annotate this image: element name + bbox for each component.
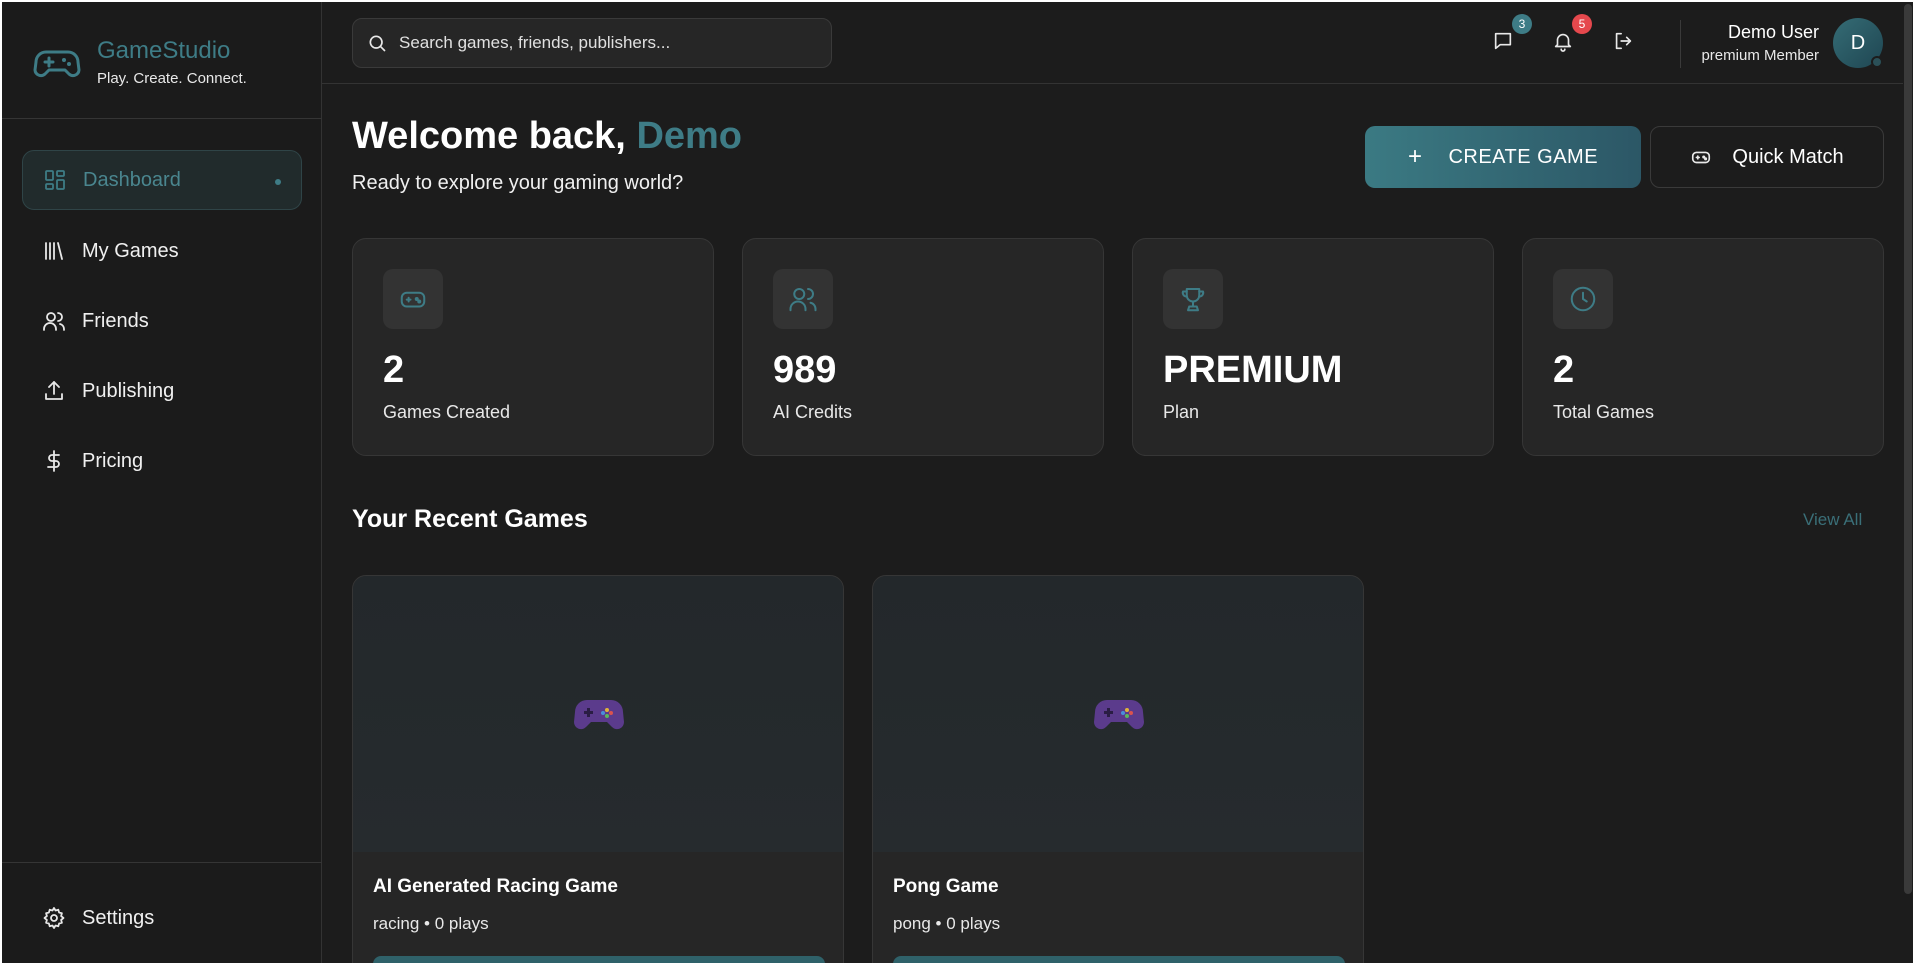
user-name: Demo User <box>1727 22 1819 42</box>
game-card[interactable]: AI Generated Racing Game racing • 0 play… <box>352 575 844 963</box>
trophy-icon <box>1163 269 1223 329</box>
game-thumbnail <box>353 576 843 852</box>
notifications-badge: 5 <box>1572 14 1592 34</box>
sidebar-item-label: My Games <box>82 239 179 262</box>
logout-icon <box>1615 32 1632 50</box>
sidebar-item-publishing[interactable]: Publishing <box>22 361 302 421</box>
online-status-dot <box>1871 56 1883 68</box>
app-window: GameStudio Play. Create. Connect. Dashbo… <box>2 2 1913 963</box>
search-input[interactable] <box>399 33 819 53</box>
welcome-prefix: Welcome back, <box>352 115 637 157</box>
game-card[interactable]: Pong Game pong • 0 plays <box>872 575 1364 963</box>
messages-badge: 3 <box>1512 14 1532 34</box>
sidebar-item-label: Pricing <box>82 449 144 472</box>
stat-card-plan: PREMIUM Plan <box>1132 238 1494 456</box>
scrollbar-thumb[interactable] <box>1904 4 1912 894</box>
top-bar: 3 5 Demo User premium Member D <box>322 2 1913 84</box>
game-thumbnail <box>873 576 1363 852</box>
stat-value: PREMIUM <box>1163 349 1343 391</box>
recent-games-heading: Your Recent Games <box>352 505 588 533</box>
gamepad-icon <box>1692 151 1711 164</box>
quick-match-button[interactable]: Quick Match <box>1650 126 1884 188</box>
plus-icon: + <box>1407 143 1423 170</box>
game-meta: racing • 0 plays <box>373 914 489 933</box>
clock-icon <box>1553 269 1613 329</box>
stat-card-total-games: 2 Total Games <box>1522 238 1884 456</box>
sidebar-item-label: Dashboard <box>83 168 181 191</box>
game-controller-icon <box>573 700 625 730</box>
game-title: AI Generated Racing Game <box>373 876 618 897</box>
sidebar-footer: Settings <box>2 862 322 963</box>
bell-icon <box>1554 33 1572 52</box>
dollar-icon <box>47 450 60 472</box>
stat-card-games-created: 2 Games Created <box>352 238 714 456</box>
messages-button[interactable]: 3 <box>1492 14 1532 56</box>
users-icon <box>773 269 833 329</box>
scrollbar[interactable] <box>1903 2 1913 963</box>
active-indicator-dot <box>275 179 281 185</box>
sidebar-item-settings[interactable]: Settings <box>22 893 302 943</box>
stat-label: Games Created <box>383 402 511 422</box>
sidebar-item-dashboard[interactable]: Dashboard <box>22 150 302 210</box>
sidebar-item-pricing[interactable]: Pricing <box>22 431 302 491</box>
quick-match-label: Quick Match <box>1732 145 1844 168</box>
message-icon <box>1494 32 1512 50</box>
stat-label: Total Games <box>1553 402 1655 422</box>
avatar-initial: D <box>1850 31 1866 54</box>
sidebar-item-my-games[interactable]: My Games <box>22 221 302 281</box>
welcome-name: Demo <box>636 115 743 157</box>
header-divider <box>1680 20 1681 68</box>
notifications-button[interactable]: 5 <box>1552 14 1592 56</box>
brand[interactable]: GameStudio Play. Create. Connect. <box>2 2 322 119</box>
brand-name: GameStudio <box>97 37 231 64</box>
logout-button[interactable] <box>1612 30 1638 56</box>
gamepad-icon <box>383 269 443 329</box>
gear-icon <box>43 907 65 929</box>
game-controller-icon <box>1093 700 1145 730</box>
search-box[interactable] <box>352 18 832 68</box>
play-button[interactable] <box>893 956 1345 963</box>
dashboard-icon <box>45 170 65 190</box>
sidebar: GameStudio Play. Create. Connect. Dashbo… <box>2 2 322 963</box>
game-meta: pong • 0 plays <box>893 914 1001 933</box>
users-icon <box>43 312 65 331</box>
user-role: premium Member <box>1701 47 1819 64</box>
stat-value: 989 <box>773 349 837 391</box>
view-all-link[interactable]: View All <box>1803 510 1862 530</box>
create-game-button[interactable]: + CREATE GAME <box>1365 126 1641 188</box>
brand-tagline: Play. Create. Connect. <box>97 70 247 87</box>
gamepad-logo-icon <box>32 37 82 87</box>
sidebar-item-label: Friends <box>82 309 149 332</box>
sidebar-item-label: Publishing <box>82 379 175 402</box>
upload-icon <box>45 381 63 400</box>
page-title: Welcome back, Demo <box>352 115 742 158</box>
search-icon <box>369 35 386 52</box>
stat-card-ai-credits: 989 AI Credits <box>742 238 1104 456</box>
play-button[interactable] <box>373 956 825 963</box>
stat-label: AI Credits <box>773 402 853 422</box>
page-subtitle: Ready to explore your gaming world? <box>352 172 684 194</box>
stat-label: Plan <box>1163 402 1200 422</box>
stat-value: 2 <box>1553 349 1575 391</box>
game-title: Pong Game <box>893 876 999 897</box>
stat-value: 2 <box>383 349 405 391</box>
create-game-label: CREATE GAME <box>1448 145 1599 168</box>
library-icon <box>45 242 63 260</box>
settings-label: Settings <box>82 906 155 929</box>
sidebar-item-friends[interactable]: Friends <box>22 291 302 351</box>
